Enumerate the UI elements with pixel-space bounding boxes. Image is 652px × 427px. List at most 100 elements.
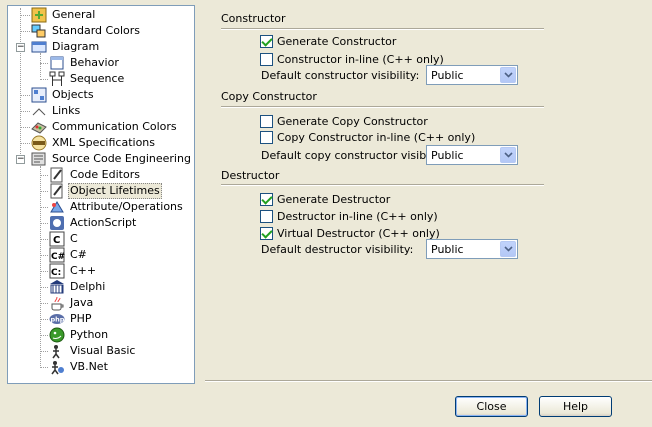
vbnet-icon [49,359,65,375]
constructor-visibility-label: Default constructor visibility: [261,69,420,82]
tree-item-c[interactable]: C C [49,231,80,247]
c-language-icon: C [49,231,65,247]
tree-item-label: Diagram [52,40,100,53]
tree-item-communication-colors[interactable]: Communication Colors [31,119,179,135]
copy-constructor-visibility-select[interactable]: Public [426,145,518,165]
chevron-down-icon[interactable] [500,147,516,163]
virtual-destructor-option[interactable]: Virtual Destructor (C++ only) [260,226,440,240]
links-icon [31,103,47,119]
copy-constructor-visibility-label: Default copy constructor visibility: [261,149,450,162]
generate-copy-constructor-label: Generate Copy Constructor [277,114,428,128]
destructor-visibility-select[interactable]: Public [426,239,518,259]
sequence-icon [49,71,65,87]
options-tree[interactable]: − − General Standard Colors Diagram Beha… [7,5,195,384]
tree-item-source-code-engineering[interactable]: Source Code Engineering [31,151,193,167]
xml-icon [31,135,47,151]
generate-constructor-option[interactable]: Generate Constructor [260,34,396,48]
tree-item-label: C# [70,248,87,261]
constructor-visibility-value: Public [431,68,464,82]
tree-item-links[interactable]: Links [31,103,82,119]
behavior-icon [49,55,65,71]
tree-item-label: Java [70,296,94,309]
tree-item-label: XML Specifications [52,136,156,149]
tree-item-diagram[interactable]: Diagram [31,39,101,55]
object-lifetimes-icon [49,183,65,199]
svg-text:php: php [51,316,65,324]
destructor-inline-checkbox[interactable] [260,209,273,223]
tree-item-general[interactable]: General [31,7,97,23]
tree-item-label: PHP [70,312,92,325]
tree-item-label: C [70,232,78,245]
tree-item-vbnet[interactable]: VB.Net [49,359,110,375]
destructor-visibility-value: Public [431,242,464,256]
destructor-section-title: Destructor [221,169,280,182]
copy-constructor-section-title: Copy Constructor [221,90,317,103]
tree-item-cpp[interactable]: C: C++ [49,263,98,279]
help-button[interactable]: Help [539,396,612,417]
general-icon [31,7,47,23]
tree-item-label: Source Code Engineering [52,152,191,165]
virtual-destructor-label: Virtual Destructor (C++ only) [277,226,440,240]
diagram-collapse-toggle[interactable]: − [16,43,25,52]
footer-divider [205,380,652,382]
visual-basic-icon [49,343,65,359]
destructor-visibility-label: Default destructor visibility: [261,243,414,256]
copy-constructor-visibility-value: Public [431,148,464,162]
chevron-down-icon[interactable] [500,241,516,257]
svg-text:C: C [53,235,60,246]
python-icon [49,327,65,343]
constructor-inline-checkbox[interactable] [260,52,273,66]
tree-item-visual-basic[interactable]: Visual Basic [49,343,137,359]
generate-destructor-option[interactable]: Generate Destructor [260,192,390,206]
tree-item-label: Visual Basic [70,344,136,357]
tree-item-delphi[interactable]: Delphi [49,279,107,295]
tree-item-label: Communication Colors [52,120,177,133]
java-icon [49,295,65,311]
tree-item-php[interactable]: php PHP [49,311,94,327]
generate-copy-constructor-option[interactable]: Generate Copy Constructor [260,114,428,128]
generate-destructor-checkbox[interactable] [260,192,273,206]
constructor-inline-option[interactable]: Constructor in-line (C++ only) [260,52,444,66]
generate-constructor-checkbox[interactable] [260,34,273,48]
tree-item-behavior[interactable]: Behavior [49,55,121,71]
generate-constructor-label: Generate Constructor [277,34,397,48]
tree-item-label: Links [52,104,81,117]
tree-item-sequence[interactable]: Sequence [49,71,126,87]
php-icon: php [49,311,65,327]
tree-item-label: Python [70,328,109,341]
generate-destructor-label: Generate Destructor [277,192,391,206]
tree-item-java[interactable]: Java [49,295,95,311]
close-button[interactable]: Close [455,396,528,417]
source-code-collapse-toggle[interactable]: − [16,155,25,164]
tree-item-python[interactable]: Python [49,327,110,343]
tree-item-objects[interactable]: Objects [31,87,96,103]
tree-item-csharp[interactable]: C# C# [49,247,89,263]
tree-item-attribute-operations[interactable]: Attribute/Operations [49,199,185,215]
virtual-destructor-checkbox[interactable] [260,226,273,240]
tree-item-xml-specifications[interactable]: XML Specifications [31,135,157,151]
copy-constructor-inline-checkbox[interactable] [260,130,273,144]
tree-item-label: Delphi [70,280,106,293]
tree-item-code-editors[interactable]: Code Editors [49,167,142,183]
tree-item-standard-colors[interactable]: Standard Colors [31,23,142,39]
destructor-divider [221,184,544,186]
tree-item-label: Sequence [70,72,125,85]
copy-constructor-inline-option[interactable]: Copy Constructor in-line (C++ only) [260,130,475,144]
tree-item-object-lifetimes[interactable]: Object Lifetimes [49,183,162,199]
chevron-down-icon[interactable] [500,67,516,83]
objects-icon [31,87,47,103]
diagram-icon [31,39,47,55]
destructor-inline-option[interactable]: Destructor in-line (C++ only) [260,209,438,223]
tree-item-actionscript[interactable]: ActionScript [49,215,138,231]
communication-colors-icon [31,119,47,135]
tree-item-label: Objects [52,88,94,101]
standard-colors-icon [31,23,47,39]
attribute-operations-icon [49,199,65,215]
tree-item-label: Standard Colors [52,24,140,37]
tree-item-label: General [52,8,96,21]
constructor-section-title: Constructor [221,12,286,25]
generate-copy-constructor-checkbox[interactable] [260,114,273,128]
constructor-visibility-select[interactable]: Public [426,65,518,85]
cpp-icon: C: [49,263,65,279]
code-editors-icon [49,167,65,183]
